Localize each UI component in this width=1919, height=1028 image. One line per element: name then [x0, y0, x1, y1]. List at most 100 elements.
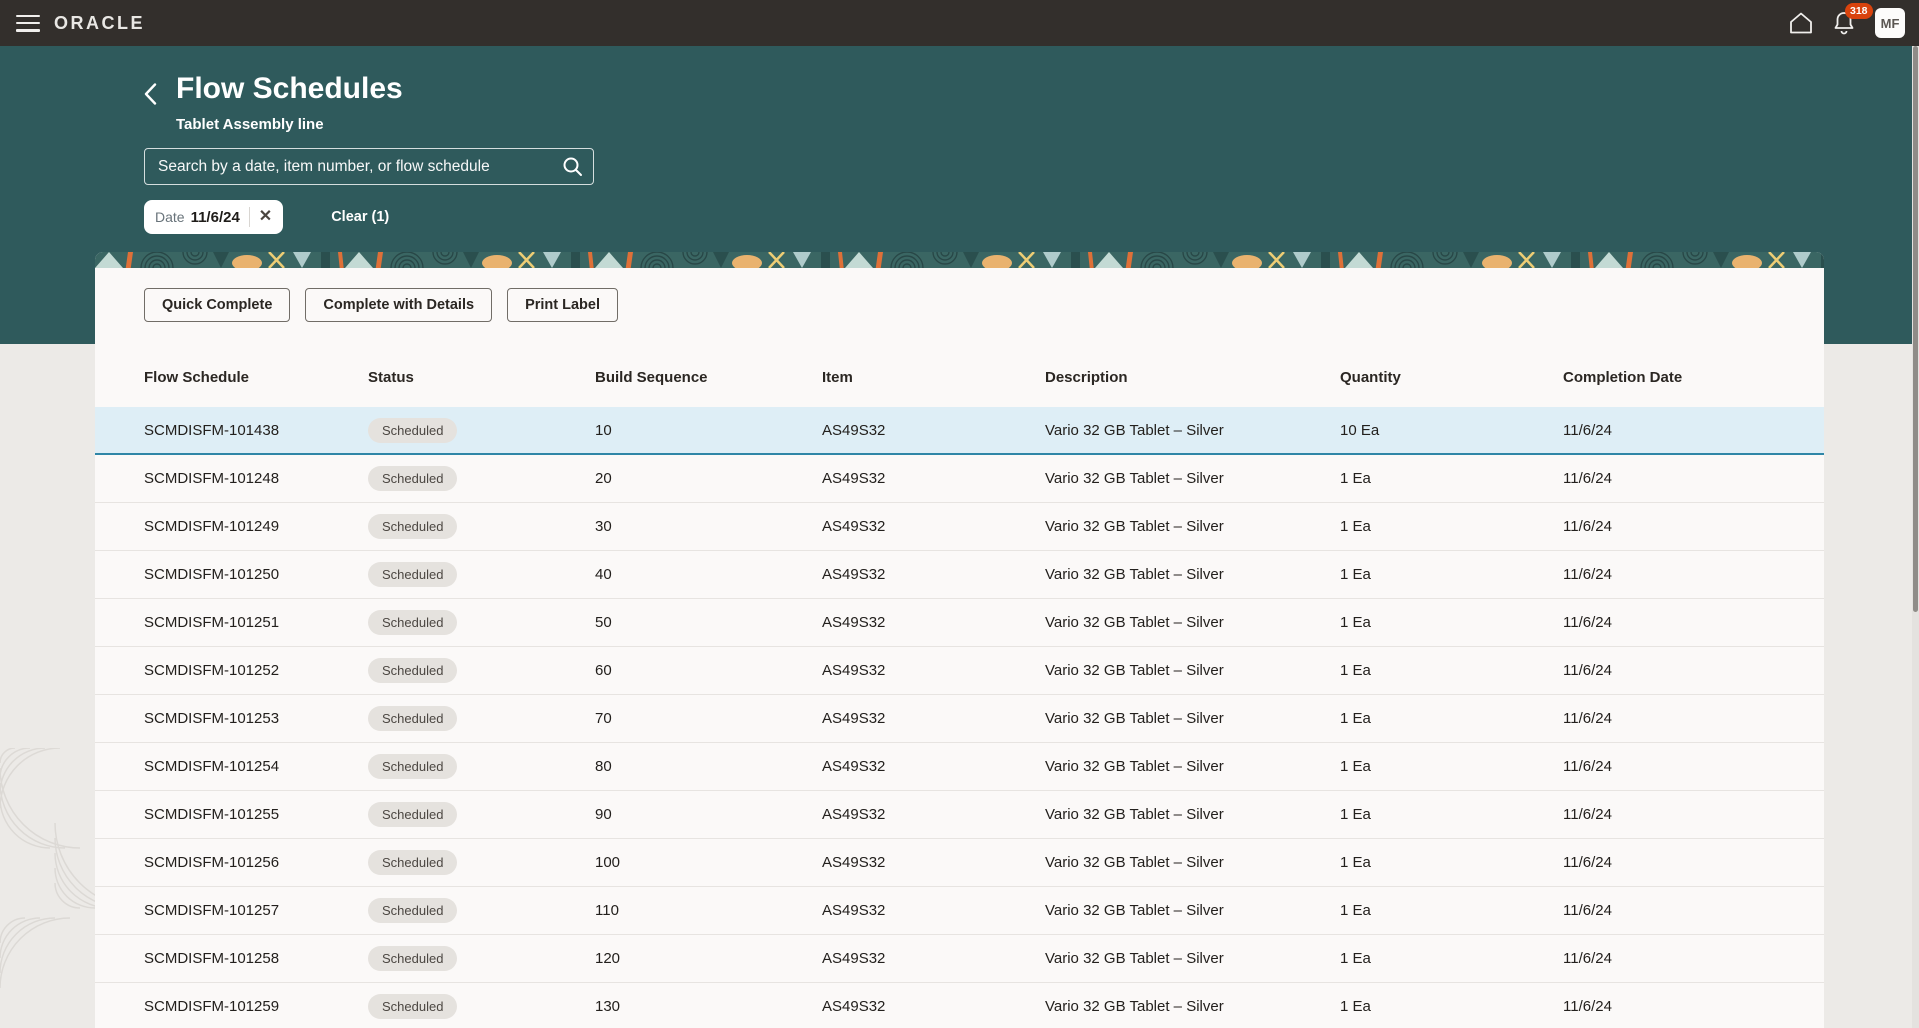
complete-with-details-button[interactable]: Complete with Details — [305, 288, 493, 322]
cell-completion-date: 11/6/24 — [1563, 518, 1612, 535]
cell-description: Vario 32 GB Tablet – Silver — [1045, 614, 1224, 631]
table-row[interactable]: SCMDISFM-101438 Scheduled 10 AS49S32 Var… — [95, 407, 1824, 455]
col-build-sequence: Build Sequence — [595, 369, 708, 386]
cell-build-sequence: 40 — [595, 566, 612, 583]
cell-quantity: 1 Ea — [1340, 662, 1371, 679]
cell-build-sequence: 10 — [595, 421, 612, 439]
menu-icon[interactable] — [16, 14, 40, 32]
search-input[interactable] — [144, 148, 594, 185]
col-item: Item — [822, 369, 853, 386]
avatar[interactable]: MF — [1875, 8, 1905, 38]
table-row[interactable]: SCMDISFM-101255 Scheduled 90 AS49S32 Var… — [95, 791, 1824, 839]
cell-quantity: 1 Ea — [1340, 998, 1371, 1015]
close-icon[interactable]: ✕ — [259, 209, 272, 225]
clear-filters-link[interactable]: Clear (1) — [331, 209, 389, 225]
table-row[interactable]: SCMDISFM-101259 Scheduled 130 AS49S32 Va… — [95, 983, 1824, 1028]
cell-flow-schedule: SCMDISFM-101254 — [144, 758, 280, 775]
table-row[interactable]: SCMDISFM-101257 Scheduled 110 AS49S32 Va… — [95, 887, 1824, 935]
home-icon[interactable] — [1789, 12, 1813, 34]
col-status: Status — [368, 369, 414, 386]
quick-complete-button[interactable]: Quick Complete — [144, 288, 291, 322]
status-badge: Scheduled — [368, 994, 458, 1019]
filter-chip-label: Date — [155, 209, 185, 225]
cell-item: AS49S32 — [822, 998, 886, 1015]
cell-status: Scheduled — [368, 562, 595, 587]
status-badge: Scheduled — [368, 850, 458, 875]
cell-item: AS49S32 — [822, 710, 886, 727]
cell-build-sequence: 90 — [595, 806, 612, 823]
cell-completion-date: 11/6/24 — [1563, 421, 1612, 439]
cell-status: Scheduled — [368, 466, 595, 491]
table-row[interactable]: SCMDISFM-101250 Scheduled 40 AS49S32 Var… — [95, 551, 1824, 599]
status-badge: Scheduled — [368, 562, 458, 587]
table-row[interactable]: SCMDISFM-101252 Scheduled 60 AS49S32 Var… — [95, 647, 1824, 695]
table-row[interactable]: SCMDISFM-101248 Scheduled 20 AS49S32 Var… — [95, 455, 1824, 503]
status-badge: Scheduled — [368, 754, 458, 779]
decorative-banner — [95, 252, 1824, 268]
cell-flow-schedule: SCMDISFM-101259 — [144, 998, 280, 1015]
cell-status: Scheduled — [368, 850, 595, 875]
notification-count-badge: 318 — [1845, 3, 1873, 19]
cell-completion-date: 11/6/24 — [1563, 662, 1612, 679]
table-row[interactable]: SCMDISFM-101251 Scheduled 50 AS49S32 Var… — [95, 599, 1824, 647]
table-row[interactable]: SCMDISFM-101256 Scheduled 100 AS49S32 Va… — [95, 839, 1824, 887]
cell-quantity: 1 Ea — [1340, 902, 1371, 919]
table-row[interactable]: SCMDISFM-101249 Scheduled 30 AS49S32 Var… — [95, 503, 1824, 551]
cell-description: Vario 32 GB Tablet – Silver — [1045, 806, 1224, 823]
cell-build-sequence: 50 — [595, 614, 612, 631]
cell-item: AS49S32 — [822, 806, 886, 823]
cell-description: Vario 32 GB Tablet – Silver — [1045, 710, 1224, 727]
cell-quantity: 1 Ea — [1340, 566, 1371, 583]
cell-item: AS49S32 — [822, 470, 886, 487]
status-badge: Scheduled — [368, 706, 458, 731]
cell-completion-date: 11/6/24 — [1563, 902, 1612, 919]
cell-item: AS49S32 — [822, 950, 886, 967]
cell-flow-schedule: SCMDISFM-101255 — [144, 806, 280, 823]
oracle-logo[interactable]: ORACLE — [54, 13, 145, 34]
cell-completion-date: 11/6/24 — [1563, 806, 1612, 823]
cell-item: AS49S32 — [822, 566, 886, 583]
cell-status: Scheduled — [368, 514, 595, 539]
cell-description: Vario 32 GB Tablet – Silver — [1045, 758, 1224, 775]
cell-status: Scheduled — [368, 898, 595, 923]
cell-flow-schedule: SCMDISFM-101248 — [144, 470, 280, 487]
page-subtitle: Tablet Assembly line — [176, 116, 324, 133]
cell-description: Vario 32 GB Tablet – Silver — [1045, 421, 1224, 439]
search-icon[interactable] — [562, 156, 583, 182]
cell-quantity: 1 Ea — [1340, 470, 1371, 487]
cell-build-sequence: 100 — [595, 854, 621, 871]
filter-chip-date[interactable]: Date 11/6/24 ✕ — [144, 200, 284, 234]
cell-item: AS49S32 — [822, 614, 886, 631]
cell-quantity: 1 Ea — [1340, 806, 1371, 823]
print-label-button[interactable]: Print Label — [507, 288, 618, 322]
cell-status: Scheduled — [368, 706, 595, 731]
chip-divider — [248, 207, 250, 227]
cell-completion-date: 11/6/24 — [1563, 950, 1612, 967]
cell-quantity: 10 Ea — [1340, 421, 1380, 439]
status-badge: Scheduled — [368, 417, 458, 443]
table-body: SCMDISFM-101438 Scheduled 10 AS49S32 Var… — [95, 407, 1824, 1028]
flow-schedules-card: Quick Complete Complete with Details Pri… — [95, 252, 1824, 1028]
cell-flow-schedule: SCMDISFM-101253 — [144, 710, 280, 727]
cell-item: AS49S32 — [822, 662, 886, 679]
cell-quantity: 1 Ea — [1340, 854, 1371, 871]
cell-flow-schedule: SCMDISFM-101252 — [144, 662, 280, 679]
cell-build-sequence: 130 — [595, 998, 621, 1015]
table-row[interactable]: SCMDISFM-101258 Scheduled 120 AS49S32 Va… — [95, 935, 1824, 983]
cell-flow-schedule: SCMDISFM-101250 — [144, 566, 280, 583]
cell-build-sequence: 120 — [595, 950, 621, 967]
table-row[interactable]: SCMDISFM-101253 Scheduled 70 AS49S32 Var… — [95, 695, 1824, 743]
cell-flow-schedule: SCMDISFM-101251 — [144, 614, 280, 631]
cell-item: AS49S32 — [822, 758, 886, 775]
cell-build-sequence: 60 — [595, 662, 612, 679]
cell-flow-schedule: SCMDISFM-101258 — [144, 950, 280, 967]
cell-flow-schedule: SCMDISFM-101249 — [144, 518, 280, 535]
cell-flow-schedule: SCMDISFM-101257 — [144, 902, 280, 919]
table-row[interactable]: SCMDISFM-101254 Scheduled 80 AS49S32 Var… — [95, 743, 1824, 791]
cell-build-sequence: 80 — [595, 758, 612, 775]
scrollbar-thumb[interactable] — [1913, 46, 1918, 612]
filter-chip-value: 11/6/24 — [190, 208, 240, 226]
back-icon[interactable] — [138, 82, 162, 106]
scrollbar — [1912, 46, 1919, 1028]
notifications-bell-icon[interactable]: 318 — [1833, 3, 1873, 35]
